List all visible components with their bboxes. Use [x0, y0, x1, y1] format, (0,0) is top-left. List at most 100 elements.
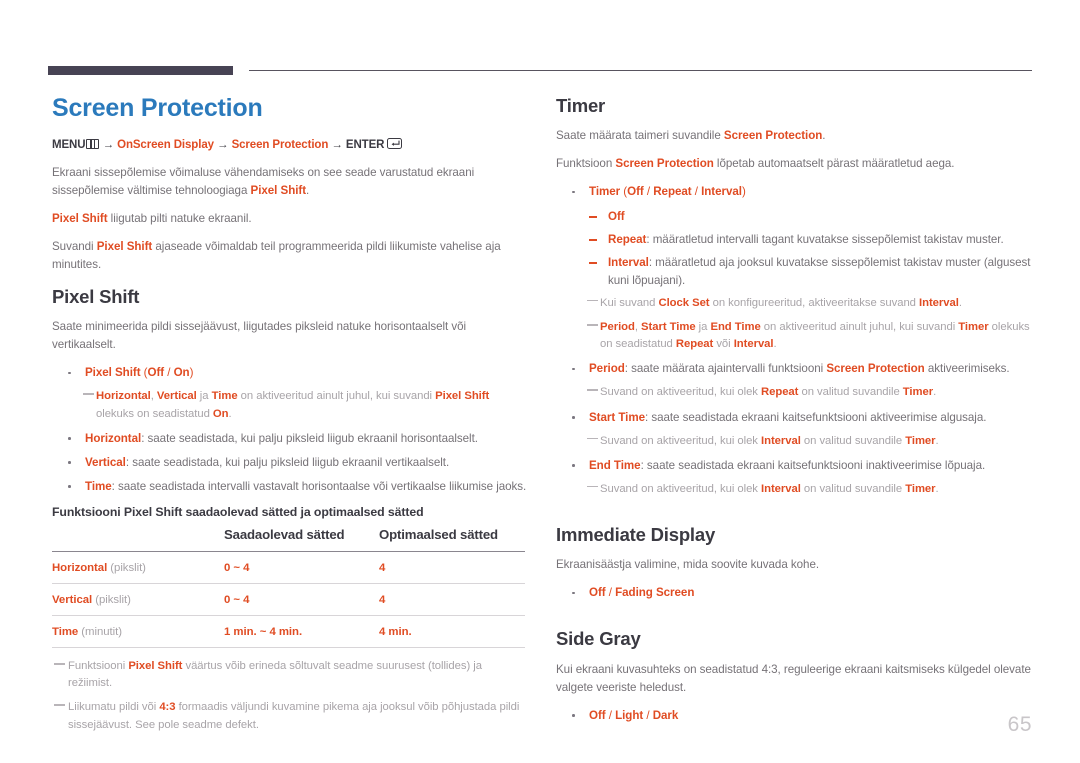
- text-run: /: [691, 185, 702, 199]
- menu-path-item-screen-protection[interactable]: Screen Protection: [232, 139, 329, 151]
- text-run: Fading Screen: [615, 586, 695, 600]
- setting-unit: (pikslit): [92, 594, 131, 607]
- text-run: Repeat: [675, 338, 714, 351]
- text-run: Repeat: [608, 232, 647, 246]
- text-run: Interval: [733, 338, 774, 351]
- text-run: on aktiveeritud ainult juhul, kui suvand…: [237, 390, 436, 403]
- text-run: lõpetab automaatselt pärast määratletud …: [713, 157, 955, 171]
- menu-path-breadcrumb: MENU → OnScreen Display → Screen Protect…: [52, 137, 528, 153]
- text-run: aktiveerimiseks.: [924, 362, 1010, 376]
- list-item: Start Time: saate seadistada ekraani kai…: [556, 409, 1032, 427]
- note-text: Suvand on aktiveeritud, kui olek Interva…: [556, 433, 1032, 450]
- enter-key-icon: [387, 138, 403, 149]
- list-item: Suvand on aktiveeritud, kui olek Interva…: [556, 481, 1032, 498]
- note-text: Funktsiooni Pixel Shift väärtus võib eri…: [52, 658, 528, 692]
- text-run: : saate määrata ajaintervalli funktsioon…: [624, 362, 827, 376]
- list-item: Interval: määratletud aja jooksul kuvata…: [556, 254, 1032, 290]
- text-run: Interval: [919, 296, 959, 309]
- text-run: /: [605, 586, 616, 600]
- text-run: Interval: [761, 482, 801, 495]
- text-run: Kui suvand: [600, 296, 659, 309]
- text-run: Clock Set: [658, 296, 710, 309]
- text-run: /: [643, 708, 653, 722]
- setting-name: Time: [52, 626, 79, 639]
- page-number: 65: [1007, 713, 1032, 736]
- left-column: Screen Protection MENU → OnScreen Displa…: [52, 94, 528, 741]
- text-run: Liikumatu pildi või: [68, 701, 160, 714]
- text-run: Vertical: [85, 455, 126, 469]
- text-run: Saate määrata taimeri suvandile: [556, 129, 724, 143]
- text-run: End Time: [589, 458, 641, 472]
- text-run: ja: [695, 320, 711, 333]
- menu-grid-icon: [86, 138, 100, 149]
- text-run: Interval: [761, 434, 801, 447]
- list-item: Kui suvand Clock Set on konfigureeritud,…: [556, 295, 1032, 312]
- text-run: Horizontal: [96, 390, 151, 403]
- text-run: Timer: [958, 320, 989, 333]
- text-run: Timer: [589, 185, 621, 199]
- section-title-immediate-display: Immediate Display: [556, 523, 716, 545]
- intro-paragraphs: Ekraani sissepõlemise võimaluse vähendam…: [52, 164, 528, 274]
- section-title-pixel-shift: Pixel Shift: [52, 285, 140, 307]
- text-run: : saate seadistada intervalli vastavalt …: [111, 479, 527, 493]
- table-footnotes: Funktsiooni Pixel Shift väärtus võib eri…: [52, 658, 528, 734]
- text-run: on aktiveeritud ainult juhul, kui suvand…: [760, 320, 959, 333]
- note-text: Kui suvand Clock Set on konfigureeritud,…: [556, 295, 1032, 312]
- note-text: Horizontal, Vertical ja Time on aktiveer…: [52, 388, 528, 422]
- text-run: Pixel Shift: [85, 366, 141, 380]
- text-run: : saate seadistada, kui palju piksleid l…: [125, 455, 450, 469]
- text-run: Time: [211, 390, 238, 403]
- text-run: Pixel Shift: [128, 660, 183, 673]
- text-run: olekuks on seadistatud: [96, 407, 213, 420]
- text-run: Funktsiooni: [68, 660, 129, 673]
- table-row: Vertical (pikslit) 0 ~ 44: [52, 583, 525, 617]
- pixel-shift-bullet-list: Pixel Shift (Off / On) Horizontal, Vertic…: [52, 364, 528, 496]
- list-item: Horizontal: saate seadistada, kui palju …: [52, 430, 528, 448]
- enter-label: ENTER: [345, 138, 385, 151]
- text-run: : saate seadistada, kui palju piksleid l…: [141, 431, 478, 445]
- text-run: Period: [589, 362, 625, 376]
- list-item: Off: [556, 208, 1032, 226]
- setting-name: Vertical: [52, 594, 93, 607]
- text-run: Off: [589, 708, 606, 722]
- list-item: Vertical: saate seadistada, kui palju pi…: [52, 454, 528, 472]
- text-run: Off: [589, 586, 606, 600]
- table-header-cell: Optimaalsed sätted: [379, 527, 498, 543]
- text-run: Timer: [905, 434, 936, 447]
- table-header-cell: Saadaolevad sätted: [224, 527, 345, 543]
- list-item: Period, Start Time ja End Time on aktive…: [556, 319, 1032, 353]
- table-body: Horizontal (pikslit) 0 ~ 4 4 Vertical (piks…: [52, 551, 525, 649]
- text-run: .: [306, 183, 310, 197]
- table-cell-available: 0 ~ 4: [224, 583, 379, 617]
- immediate-display-description: Ekraanisäästja valimine, mida soovite ku…: [556, 558, 820, 572]
- note-text: Suvand on aktiveeritud, kui olek Interva…: [556, 481, 1032, 498]
- table-cell-available: 1 min. ~ 4 min.: [224, 615, 379, 649]
- list-item: Pixel Shift (Off / On): [52, 364, 528, 382]
- intro-paragraph: Suvandi Pixel Shift ajaseade võimaldab t…: [52, 238, 528, 274]
- intro-paragraph: Pixel Shift liigutab pilti natuke ekraan…: [52, 210, 528, 228]
- setting-name: Horizontal: [52, 562, 108, 575]
- section-title-side-gray: Side Gray: [556, 628, 641, 650]
- text-run: Interval: [608, 255, 649, 269]
- text-run: : määratletud aja jooksul kuvatakse siss…: [608, 255, 1031, 287]
- arrow-icon-3: →: [331, 138, 343, 151]
- setting-unit: (minutit): [78, 626, 122, 639]
- text-run: Screen Protection: [723, 129, 823, 143]
- immediate-display-bullet-list: Off / Fading Screen: [556, 584, 1032, 602]
- page-title: Screen Protection: [52, 94, 263, 122]
- text-run: Pixel Shift: [96, 239, 153, 253]
- timer-paragraph: Funktsioon Screen Protection lõpetab aut…: [556, 155, 1032, 173]
- setting-unit: (pikslit): [107, 562, 146, 575]
- text-run: on valitud suvandile: [800, 434, 906, 447]
- text-run: Dark: [652, 708, 679, 722]
- text-run: End Time: [710, 320, 761, 333]
- menu-path-item-onscreen-display[interactable]: OnScreen Display: [117, 139, 214, 151]
- text-run: On: [212, 407, 229, 420]
- text-run: Vertical: [156, 390, 197, 403]
- text-run: .: [933, 386, 937, 399]
- table-cell-optimal: 4: [379, 583, 525, 617]
- text-run: : saate seadistada ekraani kaitsefunktsi…: [645, 410, 987, 424]
- note-text: Liikumatu pildi või 4:3 formaadis väljun…: [52, 699, 528, 733]
- side-gray-bullet-list: Off / Light / Dark: [556, 707, 1032, 725]
- text-run: Funktsioon: [556, 157, 616, 171]
